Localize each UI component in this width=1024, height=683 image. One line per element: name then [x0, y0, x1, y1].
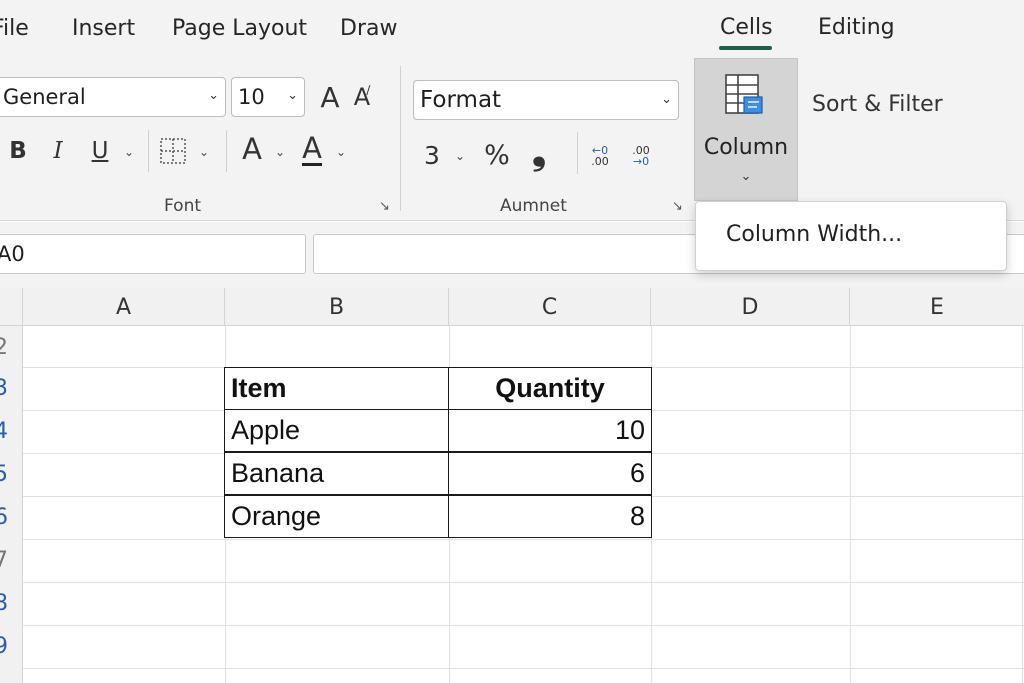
- divider: [148, 130, 149, 172]
- font-color-chevron-icon[interactable]: ⌄: [271, 138, 289, 166]
- name-box-value: A0: [0, 242, 25, 266]
- grow-font-button[interactable]: A: [315, 80, 345, 114]
- menu-bar: File Insert Page Layout Draw Cells Editi…: [0, 0, 1024, 58]
- divider: [226, 130, 227, 172]
- borders-icon: [160, 138, 186, 164]
- gridline: [850, 326, 851, 683]
- gridline: [23, 539, 1024, 540]
- column-width-menu-item[interactable]: Column Width...: [726, 222, 902, 247]
- grow-font-icon: A: [320, 80, 340, 114]
- font-size-value: 10: [238, 85, 265, 109]
- shrink-font-button[interactable]: A ∕: [347, 80, 377, 114]
- percent-button[interactable]: %: [481, 138, 513, 172]
- column-header-e[interactable]: E: [850, 288, 1024, 326]
- font-size-dropdown[interactable]: 10 ⌄: [231, 77, 305, 117]
- column-button-label: Column: [703, 135, 789, 160]
- currency-button[interactable]: 3: [420, 138, 444, 172]
- row-header[interactable]: 7: [0, 539, 23, 582]
- chevron-down-icon: ⌄: [287, 88, 298, 103]
- row-header[interactable]: 4: [0, 410, 23, 453]
- font-color-icon: A: [242, 132, 262, 166]
- highlight-button[interactable]: A: [297, 130, 327, 168]
- percent-icon: %: [484, 139, 510, 171]
- number-format-value: General: [3, 85, 86, 109]
- sort-filter-button[interactable]: Sort & Filter: [812, 86, 957, 122]
- font-color-button[interactable]: A: [238, 130, 266, 168]
- row-header-column: 2 3 4 5 6 7 8 9: [0, 326, 23, 683]
- column-header-row: A B C D E: [0, 288, 1024, 326]
- column-header-c[interactable]: C: [449, 288, 651, 326]
- font-dialog-launcher-icon[interactable]: ↘: [379, 199, 390, 214]
- table-cell[interactable]: 10: [448, 409, 652, 452]
- increase-decimal-button[interactable]: ←0 .00: [585, 140, 615, 172]
- table-cell[interactable]: Orange: [224, 495, 450, 538]
- table-header-cell[interactable]: Quantity: [448, 367, 652, 410]
- highlight-chevron-icon[interactable]: ⌄: [332, 138, 350, 166]
- row-header[interactable]: 9: [0, 625, 23, 668]
- currency-icon: 3: [424, 140, 440, 170]
- row-header[interactable]: 3: [0, 367, 23, 410]
- column-button[interactable]: Column ⌄: [694, 58, 798, 201]
- format-value: Format: [420, 87, 502, 113]
- ribbon: General ⌄ 10 ⌄ A A ∕ B I U ⌄ ⌄ A ⌄ A ⌄ Fo…: [0, 58, 1024, 221]
- decrease-decimal-arrow-icon: →0: [632, 155, 650, 168]
- borders-button[interactable]: [156, 134, 190, 168]
- borders-chevron-icon[interactable]: ⌄: [195, 138, 213, 166]
- gridline: [23, 668, 1024, 669]
- group-separator: [400, 66, 401, 211]
- tab-draw[interactable]: Draw: [340, 16, 397, 41]
- table-cell[interactable]: Banana: [224, 452, 450, 495]
- gridline: [1022, 326, 1023, 683]
- shrink-accent-icon: ∕: [366, 83, 371, 97]
- column-header-d[interactable]: D: [651, 288, 850, 326]
- comma-style-button[interactable]: ❟: [527, 132, 551, 173]
- table-cell[interactable]: 6: [448, 452, 652, 495]
- select-all-corner[interactable]: [0, 288, 23, 326]
- number-dialog-launcher-icon[interactable]: ↘: [672, 199, 683, 214]
- underline-button[interactable]: U: [86, 134, 114, 168]
- row-header[interactable]: 8: [0, 582, 23, 625]
- bold-icon: B: [9, 138, 27, 164]
- increase-decimal-digits: .00: [591, 155, 609, 168]
- bold-button[interactable]: B: [4, 134, 32, 168]
- number-format-dropdown[interactable]: General ⌄: [0, 77, 226, 117]
- gridline: [23, 625, 1024, 626]
- spreadsheet-grid: A B C D E 2 3 4 5 6 7 8 9 Item Quantity …: [0, 288, 1024, 683]
- table-header-cell[interactable]: Item: [224, 367, 450, 410]
- format-dropdown[interactable]: Format ⌄: [413, 80, 679, 120]
- decrease-decimal-button[interactable]: .00 →0: [626, 140, 656, 172]
- number-group-label: Aumnet: [500, 196, 567, 216]
- sort-filter-label: Sort & Filter: [812, 91, 943, 117]
- chevron-down-icon: ⌄: [740, 169, 752, 184]
- column-header-b[interactable]: B: [225, 288, 449, 326]
- name-box[interactable]: A0: [0, 234, 306, 274]
- row-header[interactable]: 5: [0, 453, 23, 496]
- chevron-down-icon: ⌄: [208, 88, 219, 103]
- tab-insert[interactable]: Insert: [72, 16, 135, 41]
- column-header-a[interactable]: A: [23, 288, 225, 326]
- column-dropdown-menu: Column Width...: [695, 201, 1007, 271]
- underline-options-chevron-icon[interactable]: ⌄: [120, 138, 138, 166]
- table-cell[interactable]: 8: [448, 495, 652, 538]
- currency-chevron-icon[interactable]: ⌄: [452, 142, 468, 170]
- row-header[interactable]: 2: [0, 326, 23, 369]
- table-cell[interactable]: Apple: [224, 409, 450, 452]
- chevron-down-icon: ⌄: [661, 92, 672, 107]
- tab-cells[interactable]: Cells: [720, 15, 773, 40]
- comma-icon: ❟: [531, 132, 547, 173]
- gridline: [23, 582, 1024, 583]
- tab-page-layout[interactable]: Page Layout: [172, 16, 307, 41]
- underline-icon: U: [91, 138, 109, 164]
- font-group-label: Font: [164, 196, 202, 216]
- tab-editing[interactable]: Editing: [818, 15, 895, 40]
- divider: [577, 132, 578, 174]
- italic-button[interactable]: I: [44, 134, 72, 168]
- italic-icon: I: [53, 138, 63, 164]
- column-icon: [725, 74, 763, 114]
- active-tab-indicator: [719, 46, 772, 50]
- highlight-icon: A: [302, 130, 322, 166]
- row-header[interactable]: 6: [0, 496, 23, 539]
- tab-file[interactable]: File: [0, 16, 29, 41]
